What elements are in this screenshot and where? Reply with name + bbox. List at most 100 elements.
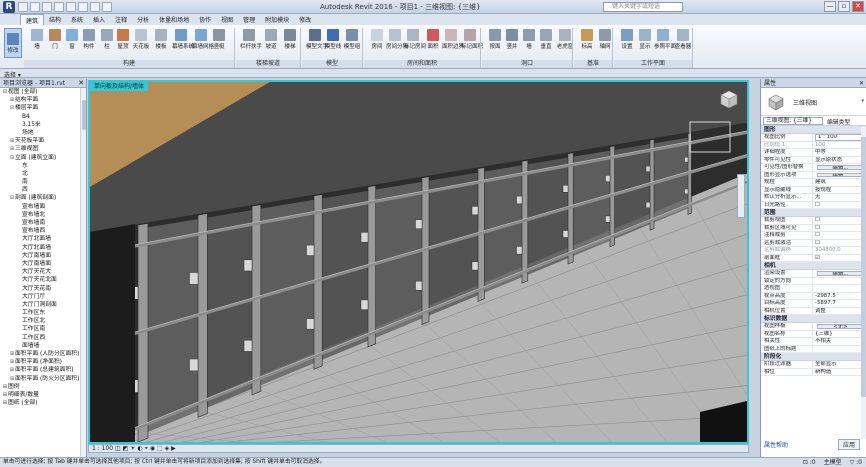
browser-tree-item[interactable]: 大厅北面墙 bbox=[0, 244, 86, 252]
browser-tree-item[interactable]: 场地 bbox=[0, 129, 86, 137]
ribbon-group-label[interactable]: 房间和面积 bbox=[364, 60, 480, 68]
ribbon-button[interactable]: 标记面积 bbox=[461, 29, 483, 50]
browser-tree-item[interactable]: ⊞结构平面 bbox=[0, 96, 86, 104]
property-value[interactable]: ☐ bbox=[813, 217, 866, 224]
property-value[interactable] bbox=[813, 278, 866, 285]
maximize-button[interactable]: ▫ bbox=[838, 1, 850, 12]
browser-tree-item[interactable]: 大厅天花北面 bbox=[0, 276, 86, 284]
property-value[interactable]: 编辑... bbox=[817, 271, 862, 276]
property-value[interactable]: 调整 bbox=[813, 308, 866, 315]
properties-scroll-thumb[interactable] bbox=[861, 137, 866, 397]
browser-tree-item[interactable]: 工作区西 bbox=[0, 334, 86, 342]
browser-tree-item[interactable]: ⊞面积平面 (防火分区面积) bbox=[0, 375, 86, 383]
browser-tree-item[interactable]: 西 bbox=[0, 186, 86, 194]
property-value[interactable] bbox=[813, 285, 866, 292]
ribbon-group-label[interactable]: 楼梯坡道 bbox=[236, 60, 300, 68]
ribbon-tab[interactable]: 视图 bbox=[216, 14, 238, 25]
ribbon-tab[interactable]: 插入 bbox=[88, 14, 110, 25]
property-value[interactable]: 编辑... bbox=[817, 172, 862, 177]
browser-tree-item[interactable]: 东 bbox=[0, 162, 86, 170]
browser-tree-item[interactable]: 面墙墙 bbox=[0, 342, 86, 350]
revit-logo-icon[interactable]: R bbox=[3, 1, 15, 13]
close-icon[interactable]: ✕ bbox=[78, 79, 84, 88]
browser-tree-item[interactable]: 大厅门洞剖面 bbox=[0, 301, 86, 309]
ribbon-group-label[interactable]: 工作平面 bbox=[614, 60, 692, 68]
property-value[interactable]: -5897.7 bbox=[813, 300, 866, 307]
browser-tree-item[interactable]: B4 bbox=[0, 113, 86, 121]
redo-icon[interactable] bbox=[54, 2, 64, 12]
property-value[interactable]: 新构造 bbox=[813, 369, 866, 376]
measure-icon[interactable] bbox=[78, 2, 88, 12]
ribbon-tab[interactable]: 附加模块 bbox=[260, 14, 294, 25]
browser-tree-item[interactable]: 南 bbox=[0, 178, 86, 186]
ribbon-button[interactable]: 面积 bbox=[424, 29, 442, 50]
viewcube-icon[interactable] bbox=[715, 86, 743, 114]
filter-count[interactable]: ▽ :0 bbox=[850, 458, 862, 467]
ribbon-button[interactable]: 模型线 bbox=[324, 29, 342, 50]
curtain-wall-3d-model[interactable] bbox=[90, 82, 749, 444]
ribbon-tab[interactable]: 管理 bbox=[238, 14, 260, 25]
browser-tree-item[interactable]: 宣布墙西 bbox=[0, 227, 86, 235]
view-control-bar[interactable]: 1 : 100 ◫ ◩ ☀ ◐ ⌖ ◉ ⬚ ◈ ▶ bbox=[88, 444, 749, 453]
ribbon-tab[interactable]: 修改 bbox=[294, 14, 316, 25]
ribbon-button[interactable]: 显示 bbox=[636, 29, 654, 50]
ribbon-button[interactable]: 标高 bbox=[578, 29, 596, 50]
browser-tree-item[interactable]: ⊞三维视图 bbox=[0, 145, 86, 153]
ribbon-group-label[interactable]: 洞口 bbox=[482, 60, 572, 68]
search-input[interactable]: 键入关键字或短语 bbox=[603, 2, 683, 12]
ribbon-group-label[interactable]: 模型 bbox=[302, 60, 362, 68]
property-category[interactable]: 标识数据 bbox=[761, 315, 866, 323]
property-value[interactable]: -2987.5 bbox=[813, 293, 866, 300]
3d-view-icon[interactable] bbox=[102, 2, 112, 12]
browser-tree-item[interactable]: 大厅南墙面 bbox=[0, 260, 86, 268]
ribbon-button[interactable]: 墙 bbox=[520, 29, 538, 50]
browser-tree-item[interactable]: 3.15米 bbox=[0, 121, 86, 129]
property-category[interactable]: 相机 bbox=[761, 262, 866, 270]
browser-tree-item[interactable]: 工作区北 bbox=[0, 317, 86, 325]
browser-tree-item[interactable]: 工作区南 bbox=[0, 325, 86, 333]
property-category[interactable]: 阶段化 bbox=[761, 353, 866, 361]
ribbon-button[interactable]: 栏杆扶手 bbox=[240, 29, 262, 50]
ribbon-button[interactable]: 按面 bbox=[486, 29, 504, 50]
browser-tree-item[interactable]: 大厅天花南 bbox=[0, 285, 86, 293]
browser-tree-item[interactable]: 大厅北面墙 bbox=[0, 235, 86, 243]
browser-tree-item[interactable]: ⊞图例 bbox=[0, 383, 86, 391]
property-value[interactable] bbox=[813, 346, 866, 353]
property-value[interactable]: ☐ bbox=[813, 240, 866, 247]
browser-tree-item[interactable]: ⊞明细表/数量 bbox=[0, 391, 86, 399]
ribbon-button[interactable]: 模型组 bbox=[343, 29, 361, 50]
ribbon-button[interactable]: 查看器 bbox=[674, 29, 692, 50]
instance-filter-select[interactable]: 三维视图: {三维} bbox=[763, 117, 823, 125]
ribbon-button[interactable]: 标记房间 bbox=[404, 29, 426, 50]
ribbon-tab[interactable]: 分析 bbox=[132, 14, 154, 25]
ribbon-button[interactable]: 门 bbox=[46, 29, 64, 50]
property-value[interactable]: 无 bbox=[813, 194, 866, 201]
browser-tree-item[interactable]: ⊞面积平面 (人防分区面积) bbox=[0, 350, 86, 358]
property-value[interactable]: 建筑 bbox=[813, 179, 866, 186]
ribbon-button[interactable]: 房间分隔 bbox=[386, 29, 408, 50]
main-model-select[interactable]: 主模型 bbox=[824, 458, 842, 467]
ribbon-button[interactable]: 模型文字 bbox=[306, 29, 328, 50]
browser-tree-item[interactable]: 宣布墙面 bbox=[0, 203, 86, 211]
ribbon-tab[interactable]: 建筑 bbox=[20, 14, 45, 25]
property-category[interactable]: 图形 bbox=[761, 126, 866, 134]
print-icon[interactable] bbox=[66, 2, 76, 12]
open-icon[interactable] bbox=[18, 2, 28, 12]
close-icon[interactable]: ✕ bbox=[859, 79, 864, 88]
browser-tree-item[interactable]: 宣布墙北 bbox=[0, 211, 86, 219]
property-value[interactable]: ☐ bbox=[813, 232, 866, 239]
property-value[interactable]: ☑ bbox=[813, 255, 866, 262]
edit-type-button[interactable]: 编辑类型 bbox=[827, 117, 850, 126]
ribbon-button[interactable]: 幕墙网格 bbox=[192, 29, 214, 50]
ribbon-tab[interactable]: 结构 bbox=[44, 14, 66, 25]
close-button[interactable]: ✕ bbox=[852, 1, 864, 12]
ribbon-tab[interactable]: 协作 bbox=[194, 14, 216, 25]
minimize-button[interactable]: — bbox=[824, 1, 836, 12]
browser-tree-item[interactable]: ⊟立面 (建筑立面) bbox=[0, 154, 86, 162]
apply-button[interactable]: 应用 bbox=[837, 439, 860, 450]
property-value[interactable]: 304800.0 bbox=[813, 247, 866, 254]
ribbon-button[interactable]: 竖井 bbox=[503, 29, 521, 50]
browser-tree-item[interactable]: 宣布墙南 bbox=[0, 219, 86, 227]
browser-scroll-thumb[interactable] bbox=[82, 100, 86, 130]
browser-tree-item[interactable]: ⊟视图 (全部) bbox=[0, 88, 86, 96]
